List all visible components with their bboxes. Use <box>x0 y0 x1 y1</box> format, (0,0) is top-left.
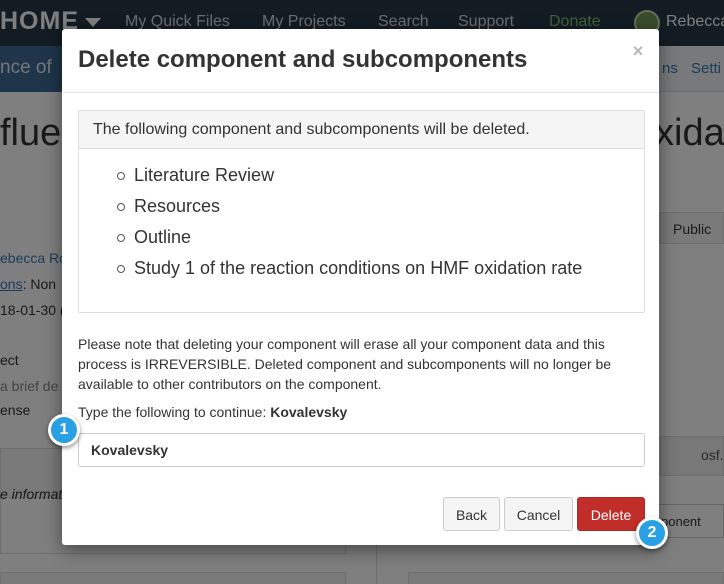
confirm-prompt-label: Type the following to continue: <box>78 404 267 420</box>
confirm-prompt: Type the following to continue: Kovalevs… <box>78 404 347 420</box>
step-marker-2: 2 <box>636 517 668 549</box>
cancel-button[interactable]: Cancel <box>504 497 573 531</box>
confirm-name-input[interactable] <box>78 433 645 467</box>
bullet-icon <box>117 172 125 180</box>
close-icon[interactable]: × <box>628 41 648 63</box>
bullet-icon <box>117 234 125 242</box>
components-to-delete-panel: The following component and subcomponent… <box>78 110 645 313</box>
list-item: Outline <box>79 227 644 258</box>
step-marker-1: 1 <box>48 414 80 446</box>
modal-title: Delete component and subcomponents <box>78 46 528 73</box>
components-panel-heading: The following component and subcomponent… <box>79 111 644 149</box>
modal-header: Delete component and subcomponents × <box>62 29 659 93</box>
delete-component-modal: Delete component and subcomponents × The… <box>62 29 659 545</box>
delete-button[interactable]: Delete <box>577 497 645 531</box>
confirm-prompt-value: Kovalevsky <box>270 404 348 420</box>
back-button[interactable]: Back <box>443 497 500 531</box>
bullet-icon <box>117 203 125 211</box>
irreversible-warning: Please note that deleting your component… <box>78 336 612 392</box>
components-list: Literature Review Resources Outline Stud… <box>79 165 644 289</box>
bullet-icon <box>117 265 125 273</box>
list-item: Resources <box>79 196 644 227</box>
list-item: Literature Review <box>79 165 644 196</box>
list-item: Study 1 of the reaction conditions on HM… <box>79 258 644 289</box>
